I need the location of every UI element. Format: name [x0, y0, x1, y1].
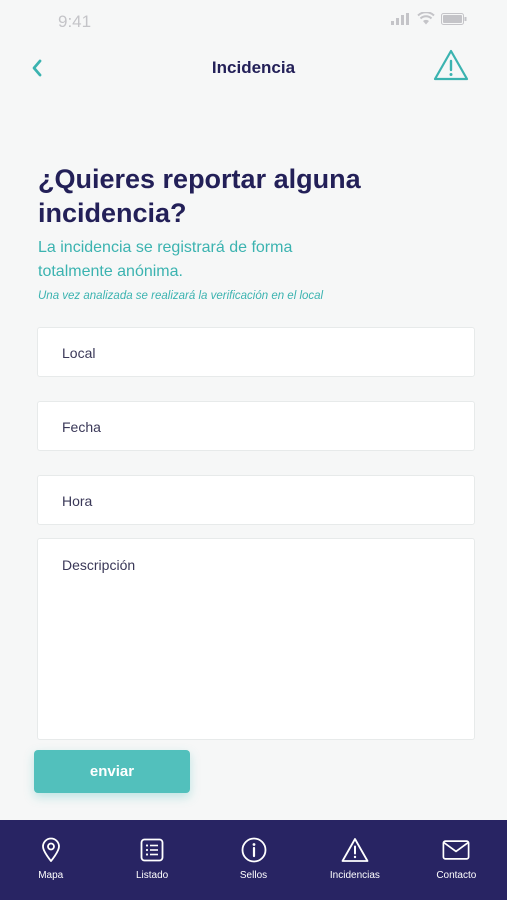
fecha-input[interactable]: Fecha	[37, 401, 475, 451]
descripcion-textarea[interactable]: Descripción	[37, 538, 475, 740]
hora-input[interactable]: Hora	[37, 475, 475, 525]
status-time: 9:41	[58, 12, 92, 31]
local-placeholder: Local	[62, 345, 96, 361]
tab-label-mapa: Mapa	[38, 870, 64, 881]
tab-mapa[interactable]: Mapa	[0, 820, 101, 900]
wifi-icon	[417, 12, 435, 25]
anonymity-subtitle: La incidencia se registrará de forma tot…	[38, 239, 293, 280]
tab-incidencias[interactable]: Incidencias	[304, 820, 405, 900]
hora-placeholder: Hora	[62, 493, 93, 509]
tab-contacto[interactable]: Contacto	[406, 820, 507, 900]
signal-icon	[391, 12, 409, 25]
page-heading: ¿Quieres reportar alguna incidencia?	[38, 164, 361, 228]
tab-label-contacto: Contacto	[436, 870, 477, 881]
descripcion-placeholder: Descripción	[62, 557, 136, 573]
local-input[interactable]: Local	[37, 327, 475, 377]
tab-label-listado: Listado	[135, 870, 169, 881]
verification-note: Una vez analizada se realizará la verifi…	[38, 290, 324, 302]
list-icon	[138, 836, 166, 864]
mail-icon	[442, 836, 470, 864]
tab-listado[interactable]: Listado	[101, 820, 202, 900]
tab-label-incidencias: Incidencias	[329, 870, 380, 881]
fecha-placeholder: Fecha	[62, 419, 101, 435]
status-icons	[391, 12, 467, 25]
tab-bar: Mapa Listado Sellos Incidencias Contacto	[0, 820, 507, 900]
nav-bar: Incidencia	[0, 44, 507, 92]
info-icon	[240, 836, 268, 864]
report-button[interactable]	[433, 48, 469, 84]
page-title: Incidencia	[211, 58, 296, 77]
warning-icon	[341, 836, 369, 864]
warning-icon	[433, 49, 469, 81]
status-bar: 9:41	[0, 0, 507, 42]
tab-label-sellos: Sellos	[239, 870, 268, 881]
battery-icon	[441, 12, 467, 25]
tab-sellos[interactable]: Sellos	[203, 820, 304, 900]
map-pin-icon	[37, 836, 65, 864]
send-button[interactable]: enviar	[34, 750, 190, 793]
